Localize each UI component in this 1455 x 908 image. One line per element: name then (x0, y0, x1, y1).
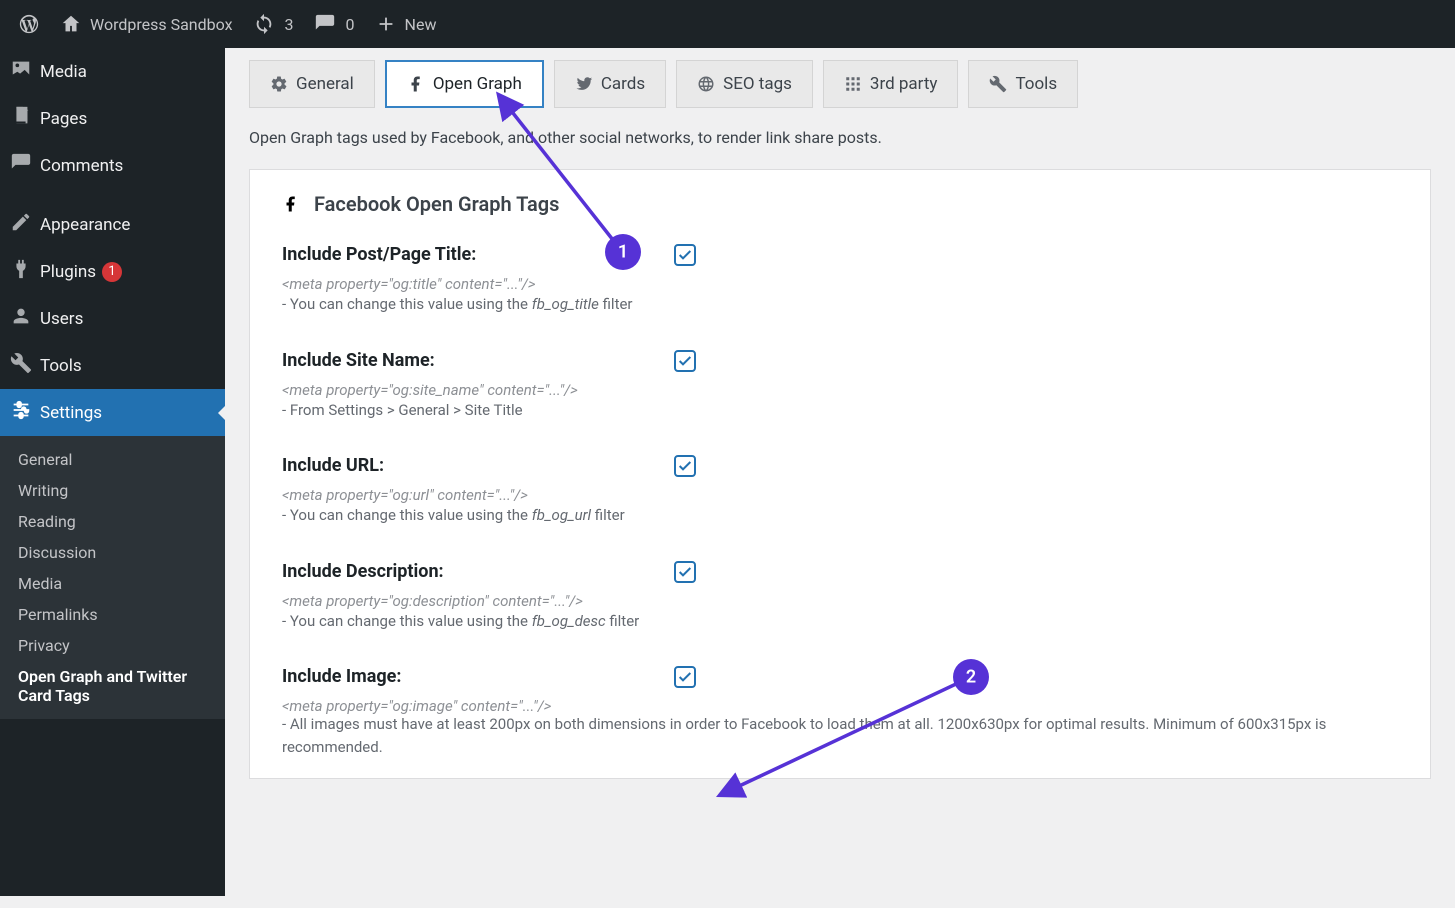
grid-icon (844, 75, 862, 93)
tab-open-graph[interactable]: Open Graph (385, 60, 544, 108)
refresh-icon (253, 13, 275, 35)
field-include-image: Include Image: <meta property="og:image"… (282, 666, 1398, 715)
field-include-url: Include URL: <meta property="og:url" con… (282, 455, 1398, 527)
facebook-icon (282, 190, 300, 218)
page-description: Open Graph tags used by Facebook, and ot… (249, 128, 1431, 147)
admin-bar: Wordpress Sandbox 3 0 New (0, 0, 1455, 48)
submenu-permalinks[interactable]: Permalinks (0, 599, 225, 630)
help-text: - You can change this value using the fb… (282, 504, 674, 527)
admin-sidebar: Media Pages Comments Appearance Plugins … (0, 48, 225, 896)
menu-pages[interactable]: Pages (0, 95, 225, 142)
pages-icon (2, 105, 40, 132)
settings-submenu: General Writing Reading Discussion Media… (0, 436, 225, 719)
tab-general[interactable]: General (249, 60, 375, 108)
field-label: Include Site Name: (282, 350, 674, 371)
checkbox-include-description[interactable] (674, 561, 696, 583)
tab-nav: General Open Graph Cards SEO tags 3rd pa… (249, 60, 1431, 108)
meta-hint: <meta property="og:url" content="..."/> (282, 486, 674, 504)
plugins-badge: 1 (102, 262, 122, 282)
menu-users[interactable]: Users (0, 295, 225, 342)
menu-appearance[interactable]: Appearance (0, 201, 225, 248)
updates-link[interactable]: 3 (243, 0, 304, 48)
submenu-opengraph[interactable]: Open Graph and Twitter Card Tags (0, 661, 225, 711)
field-include-sitename: Include Site Name: <meta property="og:si… (282, 350, 1398, 422)
wrench-icon (989, 75, 1007, 93)
submenu-reading[interactable]: Reading (0, 506, 225, 537)
comments-count: 0 (346, 15, 355, 34)
site-title: Wordpress Sandbox (90, 15, 233, 34)
tab-third-party[interactable]: 3rd party (823, 60, 959, 108)
menu-settings[interactable]: Settings (0, 389, 225, 436)
tools-icon (2, 352, 40, 379)
new-content-link[interactable]: New (365, 0, 447, 48)
field-label: Include Description: (282, 561, 674, 582)
field-include-title: Include Post/Page Title: <meta property=… (282, 244, 1398, 316)
updates-count: 3 (285, 15, 294, 34)
globe-icon (697, 75, 715, 93)
content-wrap: General Open Graph Cards SEO tags 3rd pa… (225, 48, 1455, 799)
help-text: - You can change this value using the fb… (282, 293, 674, 316)
checkbox-include-image[interactable] (674, 666, 696, 688)
settings-panel: Facebook Open Graph Tags Include Post/Pa… (249, 169, 1431, 779)
tab-tools[interactable]: Tools (968, 60, 1078, 108)
field-label: Include URL: (282, 455, 674, 476)
gear-icon (270, 75, 288, 93)
menu-comments[interactable]: Comments (0, 142, 225, 189)
help-text: - You can change this value using the fb… (282, 610, 674, 633)
tab-seo[interactable]: SEO tags (676, 60, 813, 108)
field-include-description: Include Description: <meta property="og:… (282, 561, 1398, 633)
settings-icon (2, 399, 40, 426)
submenu-privacy[interactable]: Privacy (0, 630, 225, 661)
media-icon (2, 58, 40, 85)
meta-hint: <meta property="og:site_name" content=".… (282, 381, 674, 399)
meta-hint: <meta property="og:title" content="..."/… (282, 275, 674, 293)
users-icon (2, 305, 40, 332)
tab-cards[interactable]: Cards (554, 60, 666, 108)
site-home-link[interactable]: Wordpress Sandbox (50, 0, 243, 48)
checkbox-include-title[interactable] (674, 244, 696, 266)
menu-media[interactable]: Media (0, 48, 225, 95)
help-text: - From Settings > General > Site Title (282, 399, 674, 422)
checkbox-include-url[interactable] (674, 455, 696, 477)
menu-plugins[interactable]: Plugins 1 (0, 248, 225, 295)
twitter-icon (575, 75, 593, 93)
appearance-icon (2, 211, 40, 238)
new-label: New (405, 15, 437, 34)
plus-icon (375, 13, 397, 35)
plugins-icon (2, 258, 40, 285)
submenu-general[interactable]: General (0, 444, 225, 475)
help-text: - All images must have at least 200px on… (282, 713, 1398, 758)
home-icon (60, 13, 82, 35)
facebook-icon (407, 75, 425, 93)
wordpress-icon (18, 13, 40, 35)
field-label: Include Post/Page Title: (282, 244, 674, 265)
submenu-writing[interactable]: Writing (0, 475, 225, 506)
submenu-media[interactable]: Media (0, 568, 225, 599)
panel-title: Facebook Open Graph Tags (282, 190, 1398, 218)
meta-hint: <meta property="og:description" content=… (282, 592, 674, 610)
checkbox-include-sitename[interactable] (674, 350, 696, 372)
field-label: Include Image: (282, 666, 674, 687)
menu-tools[interactable]: Tools (0, 342, 225, 389)
comment-icon (314, 13, 336, 35)
comments-link[interactable]: 0 (304, 0, 365, 48)
submenu-discussion[interactable]: Discussion (0, 537, 225, 568)
comments-icon (2, 152, 40, 179)
wp-logo[interactable] (8, 0, 50, 48)
